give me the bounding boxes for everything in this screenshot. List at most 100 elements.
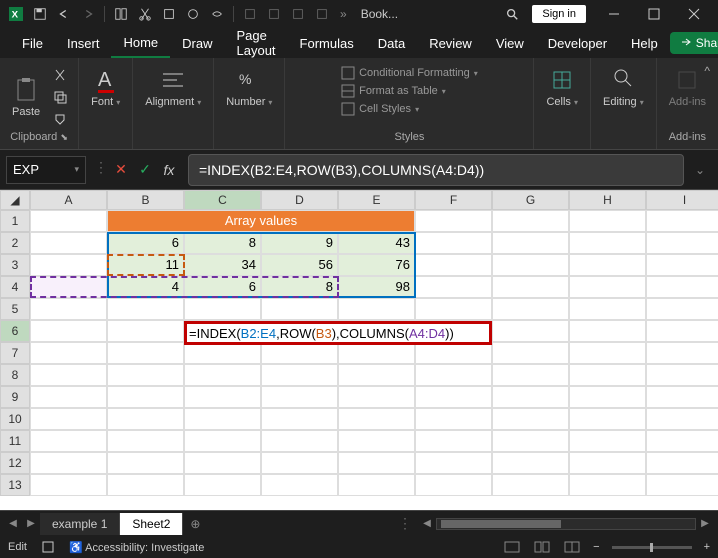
cell-I8[interactable] — [646, 364, 718, 386]
enter-formula-button[interactable]: ✓ — [134, 159, 156, 181]
cut-icon[interactable] — [135, 4, 155, 24]
cell-G7[interactable] — [492, 342, 569, 364]
add-sheet-button[interactable]: ⊕ — [183, 517, 207, 531]
row-12[interactable]: 12 — [0, 452, 30, 474]
paste-button[interactable]: Paste — [8, 72, 44, 122]
conditional-formatting-button[interactable]: Conditional Formatting ▾ — [341, 66, 478, 80]
cell-H6[interactable] — [569, 320, 646, 342]
cell-B2[interactable]: 6 — [107, 232, 184, 254]
cell-B10[interactable] — [107, 408, 184, 430]
select-all-corner[interactable]: ◢ — [0, 190, 30, 210]
cell-D5[interactable] — [261, 298, 338, 320]
zoom-in-button[interactable]: + — [704, 541, 710, 553]
redo-icon[interactable] — [78, 4, 98, 24]
cell-I7[interactable] — [646, 342, 718, 364]
accessibility-status[interactable]: ♿ Accessibility: Investigate — [69, 541, 204, 554]
tab-insert[interactable]: Insert — [55, 30, 112, 57]
cell-A7[interactable] — [30, 342, 107, 364]
qat-icon-3[interactable] — [183, 4, 203, 24]
col-A[interactable]: A — [30, 190, 107, 210]
cell-D12[interactable] — [261, 452, 338, 474]
hscroll-thumb[interactable] — [441, 520, 561, 528]
cell-C12[interactable] — [184, 452, 261, 474]
cell-I13[interactable] — [646, 474, 718, 496]
cell-G2[interactable] — [492, 232, 569, 254]
cell-D8[interactable] — [261, 364, 338, 386]
cell-G5[interactable] — [492, 298, 569, 320]
cell-G12[interactable] — [492, 452, 569, 474]
search-icon[interactable] — [502, 4, 522, 24]
cell-H11[interactable] — [569, 430, 646, 452]
cell-C2[interactable]: 8 — [184, 232, 261, 254]
number-button[interactable]: % Number ▾ — [222, 62, 276, 112]
cell-B5[interactable] — [107, 298, 184, 320]
cell-H5[interactable] — [569, 298, 646, 320]
col-H[interactable]: H — [569, 190, 646, 210]
cell-H3[interactable] — [569, 254, 646, 276]
view-normal-icon[interactable] — [503, 540, 521, 554]
cell-F13[interactable] — [415, 474, 492, 496]
cell-C9[interactable] — [184, 386, 261, 408]
qat-overflow-icon[interactable]: » — [340, 7, 347, 21]
chevron-down-icon[interactable]: ▾ — [74, 164, 79, 175]
cell-F7[interactable] — [415, 342, 492, 364]
col-E[interactable]: E — [338, 190, 415, 210]
fx-button[interactable]: fx — [158, 159, 180, 181]
cell-E12[interactable] — [338, 452, 415, 474]
active-cell-formula[interactable]: =INDEX(B2:E4,ROW(B3),COLUMNS(A4:D4)) — [184, 321, 492, 345]
tab-draw[interactable]: Draw — [170, 30, 224, 57]
hscroll-right[interactable]: ▶ — [696, 518, 714, 529]
cell-E4[interactable]: 98 — [338, 276, 415, 298]
cell-G4[interactable] — [492, 276, 569, 298]
sheet-nav-prev[interactable]: ◀ — [4, 518, 22, 529]
cell-C11[interactable] — [184, 430, 261, 452]
cell-A5[interactable] — [30, 298, 107, 320]
sheet-nav-next[interactable]: ▶ — [22, 518, 40, 529]
share-button[interactable]: Share ▾ — [670, 32, 718, 54]
cell-A3[interactable] — [30, 254, 107, 276]
cell-G11[interactable] — [492, 430, 569, 452]
cell-E13[interactable] — [338, 474, 415, 496]
view-break-icon[interactable] — [563, 540, 581, 554]
cell-I4[interactable] — [646, 276, 718, 298]
cell-B4[interactable]: 4 — [107, 276, 184, 298]
cell-styles-button[interactable]: Cell Styles ▾ — [341, 102, 478, 116]
row-1[interactable]: 1 — [0, 210, 30, 232]
qat-icon-7[interactable] — [288, 4, 308, 24]
col-F[interactable]: F — [415, 190, 492, 210]
font-button[interactable]: A Font ▾ — [87, 62, 124, 112]
excel-icon[interactable]: X — [6, 4, 26, 24]
cell-F12[interactable] — [415, 452, 492, 474]
cell-I1[interactable] — [646, 210, 718, 232]
cell-E9[interactable] — [338, 386, 415, 408]
format-painter-button[interactable] — [50, 110, 70, 128]
tab-formulas[interactable]: Formulas — [288, 30, 366, 57]
editing-button[interactable]: Editing ▾ — [599, 62, 648, 112]
cut-button[interactable] — [50, 66, 70, 84]
cell-C5[interactable] — [184, 298, 261, 320]
cell-E8[interactable] — [338, 364, 415, 386]
cell-D10[interactable] — [261, 408, 338, 430]
cell-C7[interactable] — [184, 342, 261, 364]
row-10[interactable]: 10 — [0, 408, 30, 430]
cell-F10[interactable] — [415, 408, 492, 430]
row-11[interactable]: 11 — [0, 430, 30, 452]
cell-B7[interactable] — [107, 342, 184, 364]
expand-formula-icon[interactable]: ⌄ — [688, 163, 712, 177]
row-7[interactable]: 7 — [0, 342, 30, 364]
cell-D13[interactable] — [261, 474, 338, 496]
sheet-tab-sheet2[interactable]: Sheet2 — [120, 513, 183, 535]
col-B[interactable]: B — [107, 190, 184, 210]
cell-I3[interactable] — [646, 254, 718, 276]
cancel-formula-button[interactable]: ✕ — [110, 159, 132, 181]
cell-G1[interactable] — [492, 210, 569, 232]
cell-A10[interactable] — [30, 408, 107, 430]
cell-A4[interactable] — [30, 276, 107, 298]
cell-I12[interactable] — [646, 452, 718, 474]
minimize-button[interactable] — [594, 0, 634, 28]
cell-G3[interactable] — [492, 254, 569, 276]
view-page-icon[interactable] — [533, 540, 551, 554]
cell-B6[interactable] — [107, 320, 184, 342]
cell-E5[interactable] — [338, 298, 415, 320]
cell-B3[interactable]: 11 — [107, 254, 184, 276]
